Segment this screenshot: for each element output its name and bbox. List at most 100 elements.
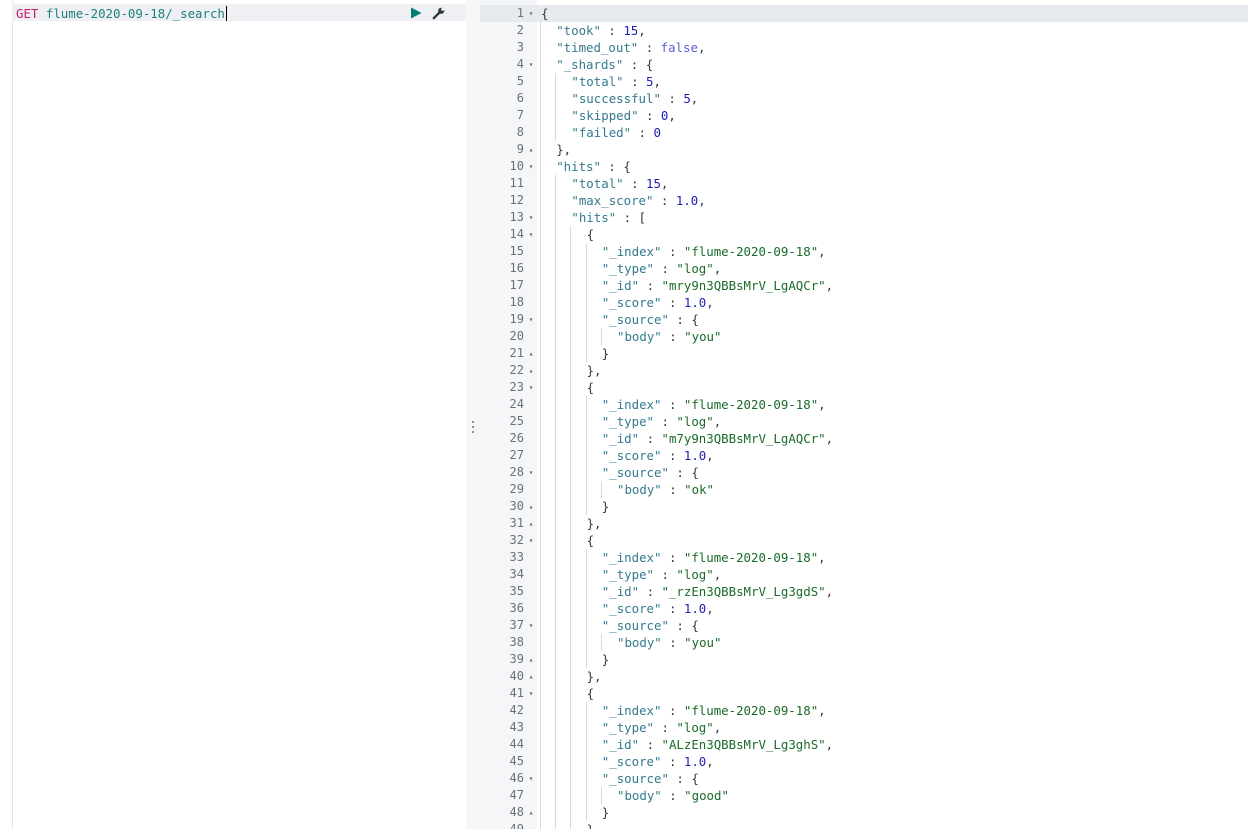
fold-close-icon[interactable]: ▴: [527, 651, 535, 668]
fold-open-icon[interactable]: ▾: [527, 158, 535, 175]
json-string: "flume-2020-09-18": [683, 397, 819, 412]
json-number: 1.0: [683, 448, 707, 463]
code-text: "_shards" : {: [556, 56, 653, 73]
fold-close-icon[interactable]: ▴: [527, 498, 535, 515]
code-line: 36 "_score" : 1.0,: [480, 600, 1248, 617]
json-punctuation: ,: [706, 295, 714, 310]
code-text: "successful" : 5,: [571, 90, 698, 107]
fold-close-icon[interactable]: ▴: [527, 141, 535, 158]
code-text: {: [541, 5, 548, 22]
fold-close-icon[interactable]: ▴: [527, 345, 535, 362]
fold-close-icon[interactable]: ▴: [527, 362, 535, 379]
code-text: {: [587, 379, 594, 396]
fold-open-icon[interactable]: ▾: [527, 685, 535, 702]
line-number: 42: [509, 703, 524, 717]
json-number: 1.0: [675, 193, 699, 208]
json-string: "you": [684, 635, 722, 650]
json-punctuation: :: [631, 125, 654, 140]
json-key: "_type": [601, 567, 655, 582]
fold-open-icon[interactable]: ▾: [527, 5, 535, 22]
fold-close-icon[interactable]: ▴: [527, 668, 535, 685]
run-request-button[interactable]: [409, 6, 423, 20]
line-number: 37: [509, 618, 524, 632]
line-number: 23: [509, 380, 524, 394]
request-path: flume-2020-09-18/_search: [45, 6, 225, 21]
fold-close-icon[interactable]: ▴: [527, 821, 535, 829]
json-punctuation: :: [623, 176, 646, 191]
line-number: 27: [509, 448, 524, 462]
code-text: "_score" : 1.0,: [602, 753, 714, 770]
code-text: }: [602, 651, 609, 668]
code-text: "_index" : "flume-2020-09-18",: [602, 702, 826, 719]
line-number: 49: [509, 822, 524, 829]
fold-open-icon[interactable]: ▾: [527, 56, 535, 73]
fold-open-icon[interactable]: ▾: [527, 464, 535, 481]
json-punctuation: : {: [668, 465, 699, 480]
json-key: "_index": [601, 703, 662, 718]
code-text: "_source" : {: [602, 617, 699, 634]
pane-divider[interactable]: [466, 0, 480, 829]
fold-open-icon[interactable]: ▾: [527, 311, 535, 328]
json-key: "_index": [601, 550, 662, 565]
code-text: "timed_out" : false,: [556, 39, 705, 56]
line-number: 11: [509, 176, 524, 190]
line-number: 43: [509, 720, 524, 734]
response-viewer-pane[interactable]: 1 ▾{2 "took" : 15, 3 "timed_out" : false, 4 ▾ "…: [480, 0, 1248, 829]
wrench-icon: [432, 7, 445, 20]
code-line: 26 "_id" : "m7y9n3QBBsMrV_LgAQCr",: [480, 430, 1248, 447]
json-key: "max_score": [571, 193, 654, 208]
code-text: "_id" : "m7y9n3QBBsMrV_LgAQCr",: [602, 430, 833, 447]
request-settings-button[interactable]: [432, 6, 446, 20]
json-punctuation: ,: [706, 601, 714, 616]
code-text: {: [587, 532, 594, 549]
code-line: 41 ▾ {: [480, 685, 1248, 702]
code-line: 15 "_index" : "flume-2020-09-18",: [480, 243, 1248, 260]
line-number: 24: [509, 397, 524, 411]
text-cursor: [225, 6, 227, 21]
request-line[interactable]: GET flume-2020-09-18/_search: [16, 5, 227, 22]
json-punctuation: },: [556, 142, 572, 157]
json-punctuation: :: [661, 244, 684, 259]
code-text: "_source" : {: [602, 464, 699, 481]
code-text: "_source" : {: [602, 311, 699, 328]
json-boolean: false: [660, 40, 698, 55]
code-text: "body" : "you": [617, 328, 721, 345]
code-text: "_score" : 1.0,: [602, 294, 714, 311]
json-punctuation: :: [660, 91, 684, 106]
json-key: "_type": [601, 414, 655, 429]
line-number: 5: [516, 74, 524, 88]
line-number: 48: [509, 805, 524, 819]
fold-close-icon[interactable]: ▴: [527, 804, 535, 821]
fold-open-icon[interactable]: ▾: [527, 209, 535, 226]
line-number: 36: [509, 601, 524, 615]
json-punctuation: :: [639, 584, 662, 599]
fold-close-icon[interactable]: ▴: [527, 515, 535, 532]
json-key: "total": [571, 74, 624, 89]
json-string: "you": [684, 329, 722, 344]
line-number: 47: [509, 788, 524, 802]
json-punctuation: : {: [668, 618, 699, 633]
code-line: 8 "failed" : 0: [480, 124, 1248, 141]
json-punctuation: :: [661, 703, 684, 718]
code-line: 47 "body" : "good": [480, 787, 1248, 804]
json-punctuation: ,: [706, 754, 714, 769]
line-number: 25: [509, 414, 524, 428]
vertical-dots-icon[interactable]: [472, 421, 474, 433]
json-punctuation: : {: [668, 312, 699, 327]
fold-open-icon[interactable]: ▾: [527, 532, 535, 549]
code-line: 24 "_index" : "flume-2020-09-18",: [480, 396, 1248, 413]
fold-open-icon[interactable]: ▾: [527, 226, 535, 243]
json-key: "_id": [601, 431, 640, 446]
request-editor-pane[interactable]: GET flume-2020-09-18/_search: [0, 0, 466, 829]
line-number: 4: [516, 57, 524, 71]
json-punctuation: :: [654, 567, 677, 582]
fold-open-icon[interactable]: ▾: [527, 379, 535, 396]
fold-open-icon[interactable]: ▾: [527, 617, 535, 634]
json-punctuation: ,: [698, 193, 706, 208]
code-line: 9 ▴},: [480, 141, 1248, 158]
line-number: 38: [509, 635, 524, 649]
fold-open-icon[interactable]: ▾: [527, 770, 535, 787]
code-line: 38 "body" : "you": [480, 634, 1248, 651]
code-line: 18 "_score" : 1.0,: [480, 294, 1248, 311]
json-string: "log": [676, 567, 714, 582]
